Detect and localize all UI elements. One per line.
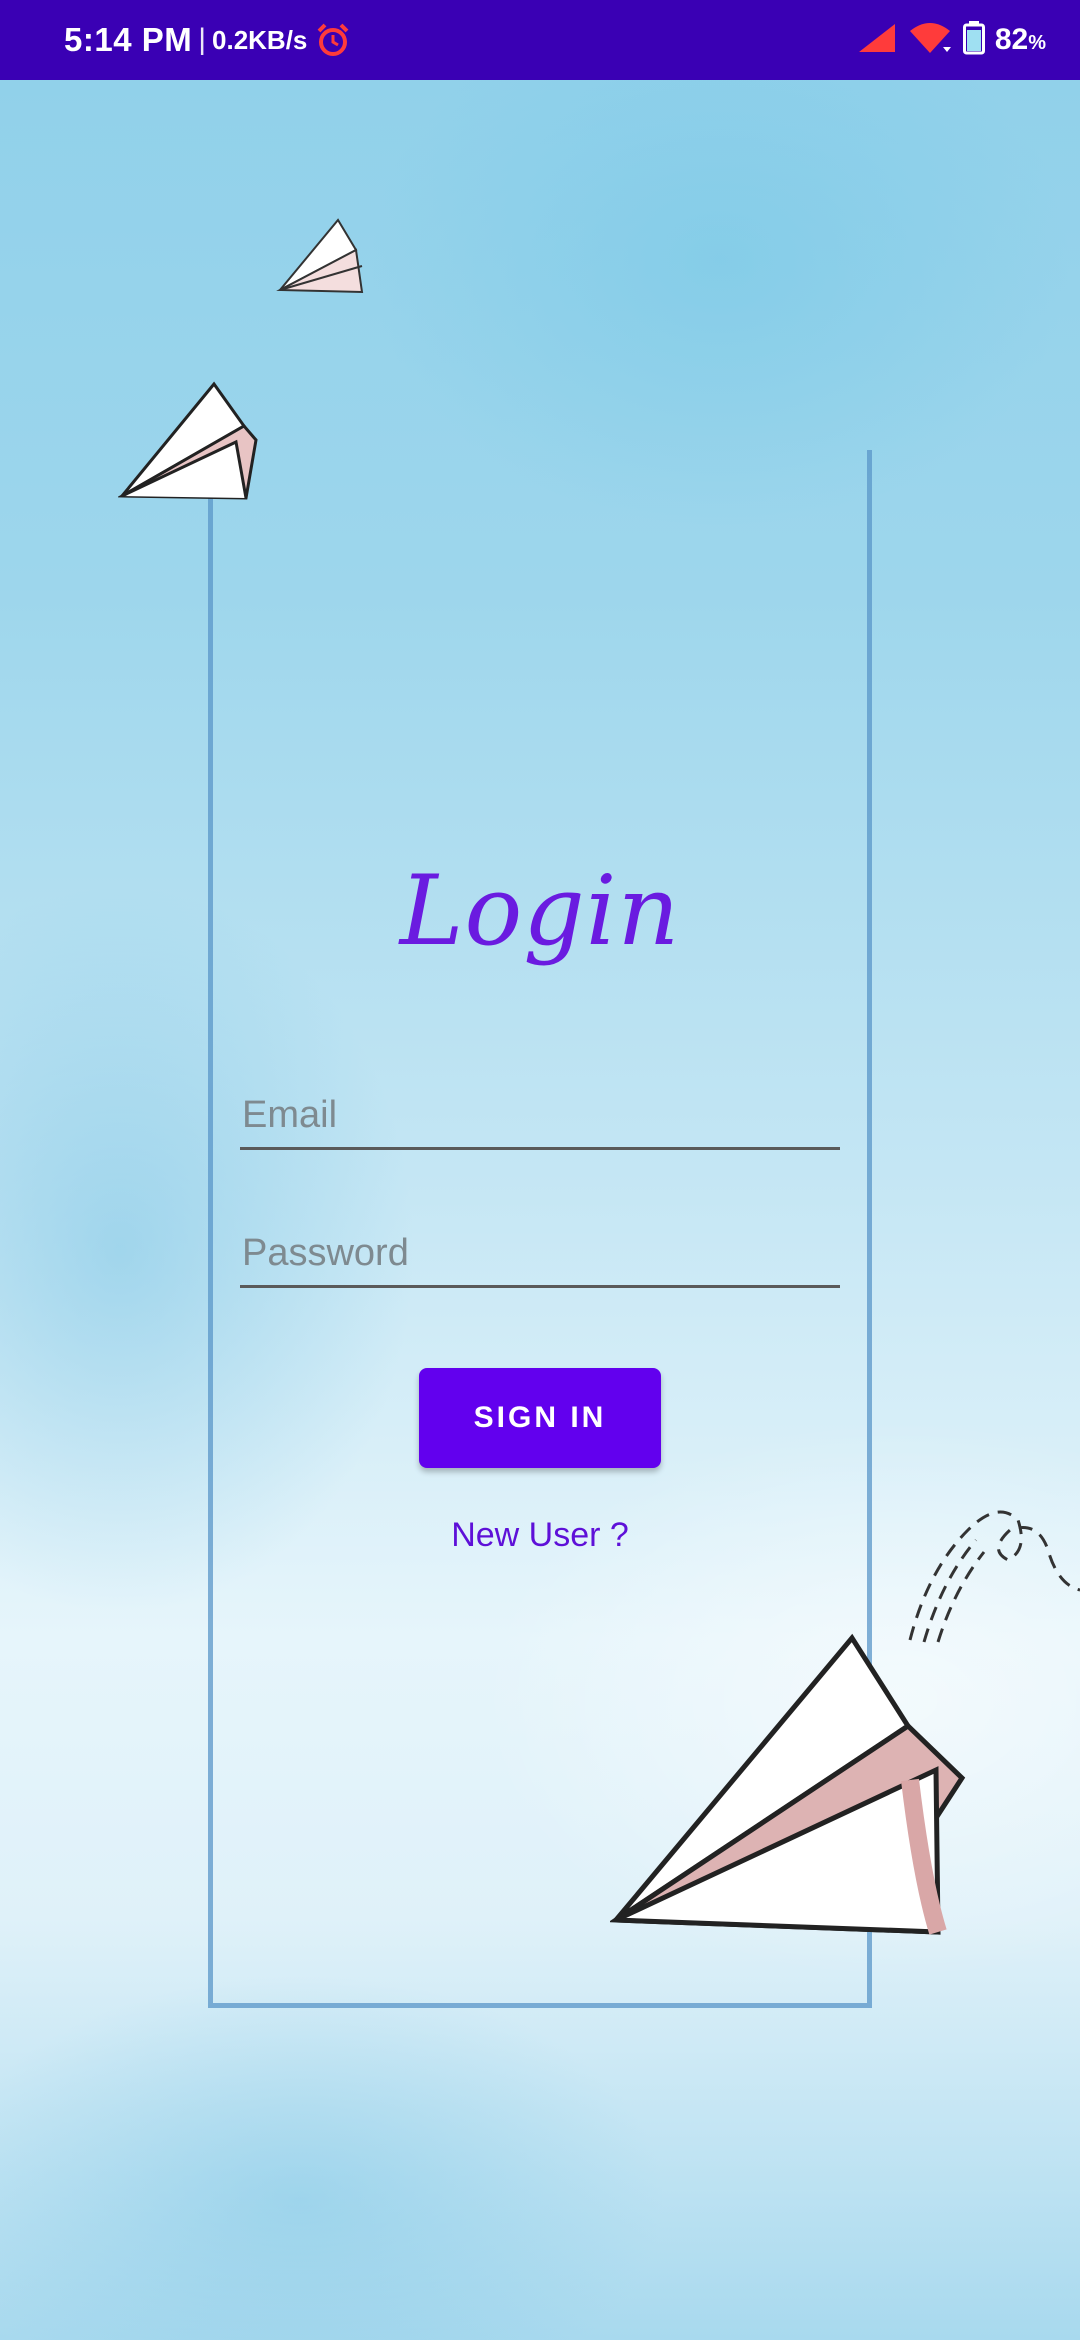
password-field[interactable]	[240, 1214, 840, 1288]
status-bar: 5:14 PM | 0.2KB/s 82%	[0, 0, 1080, 80]
battery-icon	[962, 20, 985, 60]
email-field[interactable]	[240, 1076, 840, 1150]
dashed-flight-path-icon	[908, 1510, 1080, 1643]
status-separator: |	[198, 23, 207, 56]
battery-level: 82%	[994, 23, 1046, 56]
sign-in-button[interactable]: SIGN IN	[419, 1368, 661, 1468]
paper-plane-large-icon	[610, 1633, 966, 1935]
paper-plane-small-icon	[276, 218, 364, 294]
password-input[interactable]	[240, 1214, 840, 1285]
paper-plane-medium-icon	[118, 381, 258, 500]
login-title: Login	[399, 855, 681, 967]
status-time: 5:14 PM	[64, 21, 193, 58]
network-speed: 0.2KB/s	[212, 24, 308, 55]
signal-icon	[857, 22, 897, 59]
wifi-icon	[907, 21, 953, 60]
status-right-group: 82%	[857, 20, 1046, 60]
new-user-link[interactable]: New User ?	[0, 1516, 1080, 1555]
email-input[interactable]	[240, 1076, 840, 1147]
alarm-icon	[315, 22, 351, 58]
